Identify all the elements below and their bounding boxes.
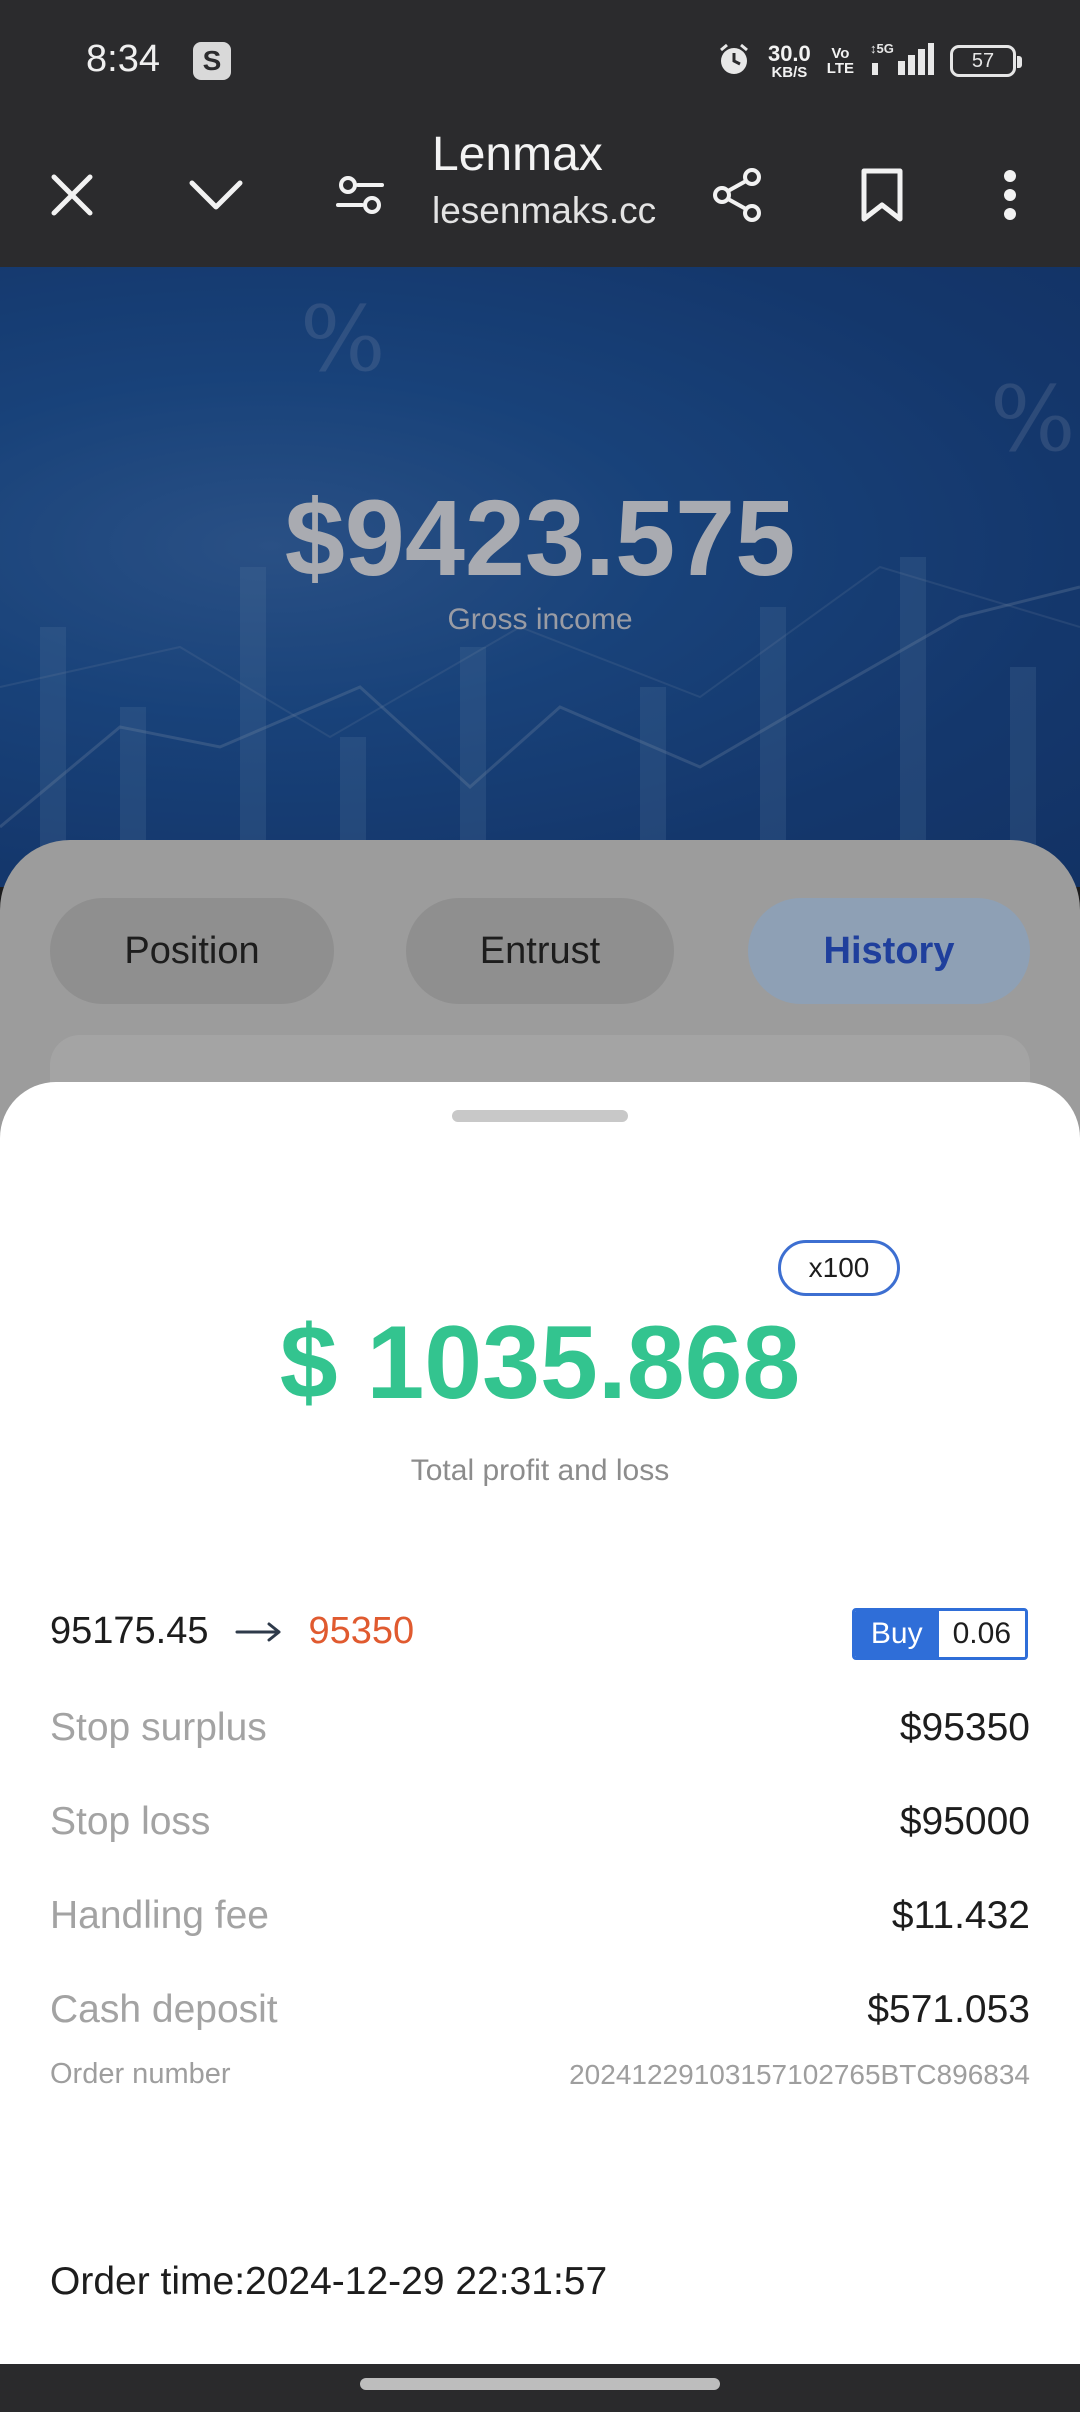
price-change: 95175.45 95350 [50, 1610, 414, 1653]
detail-value: $571.053 [867, 1988, 1030, 2031]
close-icon[interactable] [32, 155, 112, 235]
detail-row-order-number: Order number 20241229103157102765BTC8968… [50, 2058, 1030, 2091]
detail-label: Handling fee [50, 1894, 269, 1937]
gross-income-amount: $9423.575 [284, 477, 796, 598]
gross-income-label: Gross income [447, 603, 633, 636]
signal-icon: ↕5G [870, 41, 934, 82]
total-pnl-label: Total profit and loss [410, 1454, 670, 1487]
chevron-down-icon[interactable] [176, 155, 256, 235]
tab-entrust[interactable]: Entrust [406, 898, 674, 1004]
volte-indicator: Vo LTE [826, 45, 854, 77]
total-pnl-value: $ 1035.868 [279, 1305, 801, 1421]
bookmark-icon[interactable] [842, 155, 922, 235]
detail-row-stop-loss: Stop loss $95000 [50, 1800, 1030, 1844]
app-notification-icon: S [193, 42, 231, 80]
detail-label: Cash deposit [50, 1988, 278, 2031]
network-speed: 30.0 KB/S [767, 40, 811, 81]
order-number-label: Order number [50, 2058, 231, 2090]
sheet-drag-handle[interactable] [452, 1110, 628, 1122]
detail-value: $95350 [899, 1706, 1030, 1749]
order-detail-sheet: x100 $ 1035.868 Total profit and loss 95… [0, 1082, 1080, 2364]
status-time: 8:34 [86, 38, 160, 80]
close-price: 95350 [308, 1610, 415, 1652]
order-time: Order time:2024-12-29 22:31:57 [50, 2260, 608, 2303]
detail-label: Stop loss [50, 1800, 211, 1843]
quantity-value: 0.06 [938, 1611, 1025, 1657]
page-title-block[interactable]: Lenmax lesenmaks.cc [432, 125, 672, 232]
browser-toolbar: Lenmax lesenmaks.cc [0, 125, 1080, 267]
home-gesture-pill[interactable] [360, 2378, 720, 2390]
status-bar: 8:34 S 30.0 KB/S Vo LTE ↕5G 57 [0, 0, 1080, 125]
detail-label: Stop surplus [50, 1706, 267, 1749]
page-url: lesenmaks.cc [432, 190, 657, 231]
alarm-icon [716, 41, 752, 82]
detail-value: $11.432 [891, 1894, 1030, 1937]
page-title: Lenmax [432, 128, 603, 181]
side-label: Buy [854, 1611, 939, 1657]
order-number-value: 20241229103157102765BTC896834 [569, 2058, 1030, 2090]
detail-row-cash-deposit: Cash deposit $571.053 [50, 1988, 1030, 2032]
open-price: 95175.45 [50, 1610, 209, 1652]
detail-value: $95000 [899, 1800, 1030, 1843]
more-vert-icon[interactable] [970, 155, 1050, 235]
side-quantity-badge: Buy 0.06 [851, 1608, 1028, 1660]
arrow-right-icon [235, 1622, 283, 1642]
svg-text:↕5G: ↕5G [870, 41, 894, 56]
status-indicators: 30.0 KB/S Vo LTE ↕5G 57 [716, 38, 1022, 84]
tab-position[interactable]: Position [50, 898, 334, 1004]
tab-history[interactable]: History [748, 898, 1030, 1004]
leverage-badge: x100 [778, 1240, 900, 1296]
share-icon[interactable] [698, 155, 778, 235]
site-settings-icon[interactable] [320, 155, 400, 235]
battery-icon: 57 [950, 45, 1022, 77]
detail-row-stop-surplus: Stop surplus $95350 [50, 1706, 1030, 1750]
detail-row-handling-fee: Handling fee $11.432 [50, 1894, 1030, 1938]
